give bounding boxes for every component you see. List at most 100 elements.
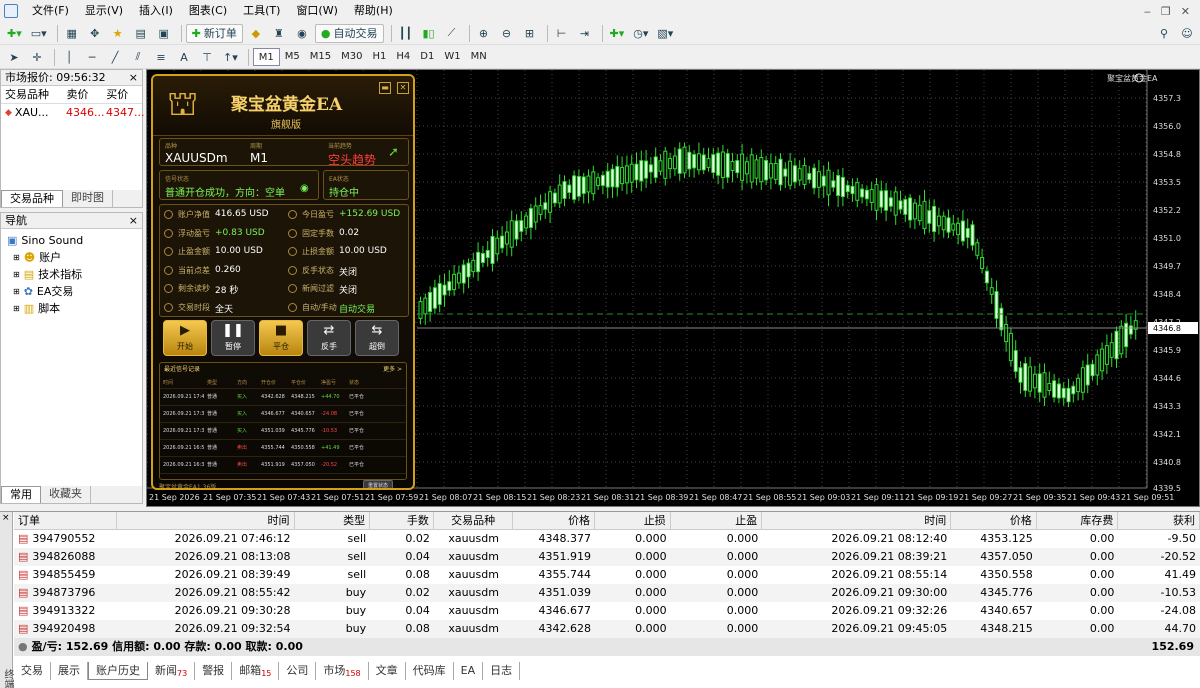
terminal-tab[interactable]: 代码库 bbox=[406, 662, 454, 680]
column-header[interactable]: 时间 bbox=[762, 512, 952, 529]
auto-trading-button[interactable]: ● 自动交易 bbox=[314, 23, 384, 43]
timeframe-d1[interactable]: D1 bbox=[415, 48, 439, 66]
navigator-icon[interactable]: ★ bbox=[108, 24, 128, 43]
timeframe-h1[interactable]: H1 bbox=[367, 48, 391, 66]
tab-common[interactable]: 常用 bbox=[1, 486, 41, 503]
close-icon[interactable]: ✕ bbox=[397, 82, 409, 94]
signal-history-more[interactable]: 更多 > bbox=[383, 363, 402, 377]
metaeditor-icon[interactable]: ◆ bbox=[246, 24, 266, 43]
search-icon[interactable]: ⚲ bbox=[1154, 24, 1174, 43]
trendline-icon[interactable]: ╱ bbox=[105, 48, 125, 67]
table-row[interactable]: ▤ 394790552 2026.09.21 07:46:12 sell 0.02 xau… bbox=[14, 530, 1200, 548]
minimize-icon[interactable]: ▬ bbox=[379, 82, 391, 94]
terminal-tab[interactable]: EA bbox=[454, 662, 484, 680]
column-header[interactable]: 订单 bbox=[14, 512, 118, 529]
chart-shift-icon[interactable]: ⊢ bbox=[552, 24, 572, 43]
market-watch-icon[interactable]: ▦ bbox=[62, 24, 82, 43]
close-icon[interactable]: × bbox=[129, 70, 142, 85]
timeframe-w1[interactable]: W1 bbox=[439, 48, 465, 66]
restore-icon[interactable]: ❐ bbox=[1161, 5, 1171, 18]
terminal-tab[interactable]: 市场158 bbox=[316, 662, 369, 680]
column-header[interactable]: 手数 bbox=[370, 512, 434, 529]
fibonacci-icon[interactable]: ≡ bbox=[151, 48, 171, 67]
timeframe-m15[interactable]: M15 bbox=[305, 48, 336, 66]
terminal-tab[interactable]: 交易 bbox=[14, 662, 51, 680]
column-header[interactable]: 止损 bbox=[595, 512, 671, 529]
cursor-icon[interactable]: ➤ bbox=[4, 48, 24, 67]
periods-icon[interactable]: ◷▾ bbox=[630, 24, 651, 43]
menu-help[interactable]: 帮助(H) bbox=[346, 0, 401, 22]
column-header[interactable]: 类型 bbox=[295, 512, 371, 529]
menu-tools[interactable]: 工具(T) bbox=[235, 0, 288, 22]
table-row[interactable]: ▤ 394920498 2026.09.21 09:32:54 buy 0.08 xauu… bbox=[14, 620, 1200, 638]
timeframe-h4[interactable]: H4 bbox=[391, 48, 415, 66]
terminal-icon[interactable]: ▤ bbox=[131, 24, 151, 43]
terminal-tab[interactable]: 日志 bbox=[483, 662, 521, 680]
terminal-tab[interactable]: 警报 bbox=[195, 662, 233, 680]
menu-charts[interactable]: 图表(C) bbox=[181, 0, 235, 22]
market-watch-row[interactable]: ◆ XAU... 4346... 4347... bbox=[1, 104, 144, 122]
table-row[interactable]: ▤ 394855459 2026.09.21 08:39:49 sell 0.08 xau… bbox=[14, 566, 1200, 584]
close-all-button[interactable]: ■ 平仓 bbox=[259, 320, 303, 356]
terminal-tab[interactable]: 新闻73 bbox=[148, 662, 196, 680]
new-order-button[interactable]: ✚ 新订单 bbox=[185, 23, 243, 43]
signal-row[interactable]: 2026.09.21 16:39 普通 卖出 4351.919 4357.050 -20.… bbox=[160, 457, 406, 474]
reverse-button[interactable]: ⇄ 反手 bbox=[307, 320, 351, 356]
close-icon[interactable]: × bbox=[2, 513, 10, 523]
expand-icon[interactable]: ⊞ bbox=[13, 266, 20, 283]
timeframe-m5[interactable]: M5 bbox=[280, 48, 305, 66]
expand-icon[interactable]: ⊞ bbox=[13, 283, 20, 300]
text-icon[interactable]: A bbox=[174, 48, 194, 67]
close-icon[interactable]: × bbox=[129, 213, 142, 228]
line-chart-icon[interactable]: ⟋ bbox=[442, 24, 462, 43]
profiles-icon[interactable]: ▭▾ bbox=[28, 24, 50, 43]
terminal-tab[interactable]: 公司 bbox=[279, 662, 317, 680]
autoscroll-icon[interactable]: ⇥ bbox=[575, 24, 595, 43]
tab-tick-chart[interactable]: 即时图 bbox=[63, 190, 113, 207]
tree-item-experts[interactable]: ⊞ ✿ EA交易 bbox=[7, 283, 136, 300]
minimize-icon[interactable]: ‒ bbox=[1144, 5, 1151, 18]
expand-icon[interactable]: ⊞ bbox=[13, 300, 20, 317]
arrows-icon[interactable]: ↑▾ bbox=[220, 48, 241, 67]
signal-row[interactable]: 2026.09.21 17:30 普通 买入 4351.039 4345.776 -10.… bbox=[160, 423, 406, 440]
column-header[interactable]: 价格 bbox=[951, 512, 1037, 529]
expand-icon[interactable]: ⊞ bbox=[13, 249, 20, 266]
terminal-tab[interactable]: 文章 bbox=[369, 662, 406, 680]
column-header[interactable]: 交易品种 bbox=[434, 512, 514, 529]
vps-icon[interactable]: ◉ bbox=[292, 24, 312, 43]
zoom-out-icon[interactable]: ⊖ bbox=[497, 24, 517, 43]
terminal-tab[interactable]: 邮箱15 bbox=[232, 662, 280, 680]
label-icon[interactable]: ⊤ bbox=[197, 48, 217, 67]
tree-item-accounts[interactable]: ⊞ ☻ 账户 bbox=[7, 249, 136, 266]
tab-favorites[interactable]: 收藏夹 bbox=[41, 486, 91, 503]
column-header[interactable]: 止盈 bbox=[671, 512, 763, 529]
user-icon[interactable]: ☺ bbox=[1177, 24, 1197, 43]
column-header[interactable]: 交易品种 bbox=[1, 86, 63, 103]
table-row[interactable]: ▤ 394873796 2026.09.21 08:55:42 buy 0.02 xauu… bbox=[14, 584, 1200, 602]
templates-icon[interactable]: ▧▾ bbox=[654, 24, 676, 43]
tester-icon[interactable]: ▣ bbox=[154, 24, 174, 43]
column-header[interactable]: 卖价 bbox=[63, 86, 103, 103]
reset-button[interactable]: 重置状态 bbox=[363, 480, 394, 488]
menu-insert[interactable]: 插入(I) bbox=[131, 0, 181, 22]
column-header[interactable]: 价格 bbox=[513, 512, 596, 529]
tree-item-indicators[interactable]: ⊞ ▤ 技术指标 bbox=[7, 266, 136, 283]
menu-window[interactable]: 窗口(W) bbox=[288, 0, 345, 22]
horizontal-line-icon[interactable]: ─ bbox=[82, 48, 102, 67]
timeframe-m30[interactable]: M30 bbox=[336, 48, 367, 66]
table-row[interactable]: ▤ 394826088 2026.09.21 08:13:08 sell 0.04 xau… bbox=[14, 548, 1200, 566]
column-header[interactable]: 买价 bbox=[102, 86, 142, 103]
timeframe-mn[interactable]: MN bbox=[466, 48, 492, 66]
signal-row[interactable]: 2026.09.21 17:32 普通 买入 4346.677 4340.657 -24.… bbox=[160, 406, 406, 423]
indicators-icon[interactable]: ✚▾ bbox=[607, 24, 628, 43]
menu-file[interactable]: 文件(F) bbox=[24, 0, 77, 22]
close-icon[interactable]: ✕ bbox=[1181, 5, 1190, 18]
table-row[interactable]: ▤ 394913322 2026.09.21 09:30:28 buy 0.04 xauu… bbox=[14, 602, 1200, 620]
terminal-tab[interactable]: 账户历史 bbox=[88, 662, 148, 680]
tree-item-scripts[interactable]: ⊞ ▥ 脚本 bbox=[7, 300, 136, 317]
crosshair-icon[interactable]: ✛ bbox=[27, 48, 47, 67]
channel-icon[interactable]: ⫽ bbox=[128, 48, 148, 67]
terminal-tab[interactable]: 展示 bbox=[51, 662, 88, 680]
data-window-icon[interactable]: ✥ bbox=[85, 24, 105, 43]
zoom-in-icon[interactable]: ⊕ bbox=[474, 24, 494, 43]
